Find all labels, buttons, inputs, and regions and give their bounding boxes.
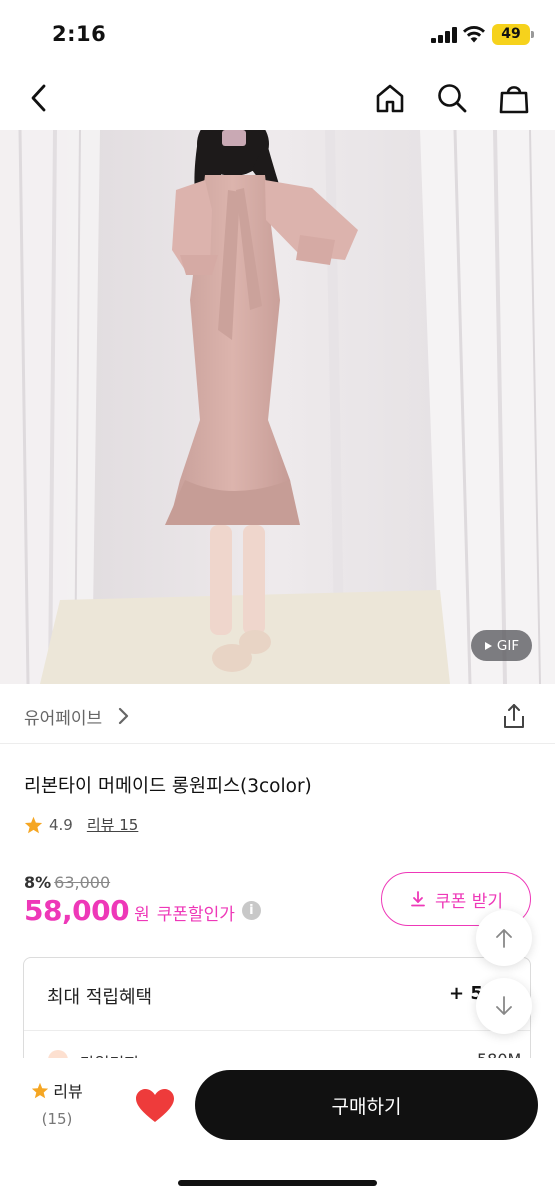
wifi-icon bbox=[463, 26, 485, 43]
share-icon[interactable] bbox=[500, 702, 528, 730]
status-time: 2:16 bbox=[52, 22, 107, 46]
price-block: 8% 63,000 58,000 원 쿠폰할인가 i bbox=[24, 873, 261, 927]
status-bar: 2:16 49 bbox=[0, 0, 555, 68]
sale-price: 58,000 bbox=[24, 894, 130, 927]
play-icon bbox=[484, 641, 492, 650]
bottom-action-bar: 리뷰 (15) 구매하기 bbox=[0, 1058, 555, 1200]
cellular-signal-icon bbox=[431, 27, 457, 43]
info-icon[interactable]: i bbox=[241, 901, 261, 920]
buy-button[interactable]: 구매하기 bbox=[195, 1070, 538, 1140]
gif-play-badge[interactable]: GIF bbox=[471, 630, 532, 661]
review-tab-count: (15) bbox=[41, 1110, 73, 1128]
download-icon bbox=[411, 891, 425, 907]
currency-label: 원 bbox=[134, 905, 150, 925]
review-tab-label: 리뷰 bbox=[53, 1082, 83, 1101]
star-icon bbox=[32, 1082, 49, 1098]
review-tab-top: 리뷰 bbox=[22, 1078, 92, 1102]
review-count-link[interactable]: 리뷰 15 bbox=[87, 814, 138, 835]
rating-value: 4.9 bbox=[49, 815, 73, 834]
product-title: 리본타이 머메이드 롱원피스(3color) bbox=[24, 776, 312, 797]
coupon-price-label: 쿠폰할인가 bbox=[156, 905, 235, 925]
seller-name[interactable]: 유어페이브 bbox=[24, 704, 102, 729]
home-indicator bbox=[178, 1180, 377, 1186]
product-image[interactable] bbox=[0, 130, 555, 684]
scroll-up-button[interactable] bbox=[476, 910, 532, 966]
discount-rate: 8% bbox=[24, 873, 52, 892]
shopping-bag-icon[interactable] bbox=[496, 80, 532, 116]
battery-indicator: 49 bbox=[492, 24, 530, 45]
discount-line: 8% 63,000 bbox=[24, 873, 261, 892]
sale-price-line: 58,000 원 쿠폰할인가 i bbox=[24, 894, 261, 927]
original-price: 63,000 bbox=[54, 873, 111, 892]
chevron-left-icon[interactable] bbox=[21, 80, 57, 116]
heart-icon[interactable] bbox=[134, 1088, 176, 1124]
review-tab[interactable]: 리뷰 (15) bbox=[22, 1078, 92, 1128]
home-icon[interactable] bbox=[372, 80, 408, 116]
top-nav-bar bbox=[0, 68, 555, 130]
coupon-button-label: 쿠폰 받기 bbox=[435, 891, 503, 912]
chevron-right-icon[interactable] bbox=[117, 706, 131, 726]
benefit-divider bbox=[24, 1030, 530, 1031]
battery-tip bbox=[531, 31, 534, 38]
rating-row: 4.9 리뷰 15 bbox=[24, 814, 138, 835]
arrow-down-icon bbox=[496, 996, 512, 1015]
arrow-up-icon bbox=[496, 929, 512, 948]
gif-badge-label: GIF bbox=[496, 637, 520, 654]
seller-row[interactable]: 유어페이브 bbox=[0, 688, 555, 744]
scroll-down-button[interactable] bbox=[476, 978, 532, 1034]
search-icon[interactable] bbox=[434, 80, 470, 116]
product-photo-illustration bbox=[0, 130, 555, 684]
star-icon bbox=[24, 816, 43, 833]
benefit-title: 최대 적립혜택 bbox=[47, 987, 153, 1008]
